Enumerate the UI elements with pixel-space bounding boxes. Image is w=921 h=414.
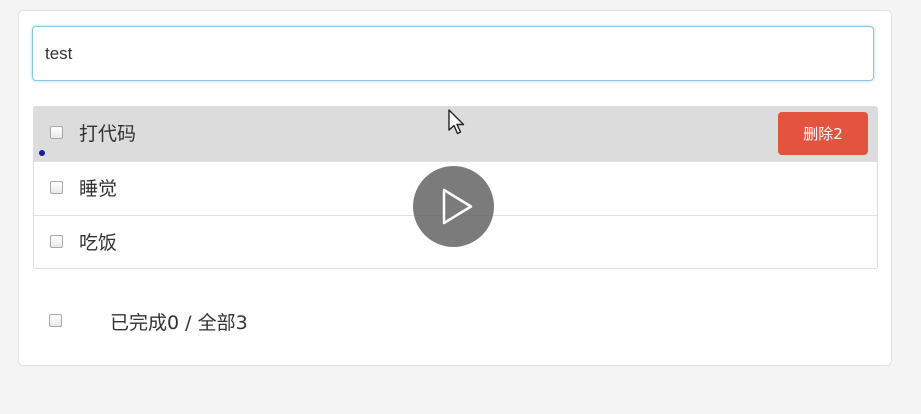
focus-indicator-dot [39, 150, 45, 156]
todo-checkbox[interactable] [50, 181, 63, 194]
todo-checkbox[interactable] [50, 235, 63, 248]
select-all-checkbox[interactable] [49, 314, 62, 327]
all-count: 3 [235, 312, 248, 334]
new-todo-input[interactable] [32, 26, 874, 81]
todo-label: 睡觉 [79, 178, 118, 200]
all-label: 全部 [197, 312, 236, 334]
play-icon[interactable] [413, 166, 494, 247]
delete-button[interactable]: 删除2 [778, 112, 868, 155]
summary-separator: / [179, 312, 198, 334]
todo-checkbox[interactable] [50, 126, 63, 139]
todo-label: 打代码 [79, 123, 137, 145]
completion-summary: 已完成0 / 全部3 [110, 311, 248, 335]
mouse-cursor-icon [447, 108, 469, 142]
done-label: 已完成 [110, 312, 168, 334]
todo-label: 吃饭 [79, 232, 118, 254]
done-count: 0 [167, 312, 180, 334]
